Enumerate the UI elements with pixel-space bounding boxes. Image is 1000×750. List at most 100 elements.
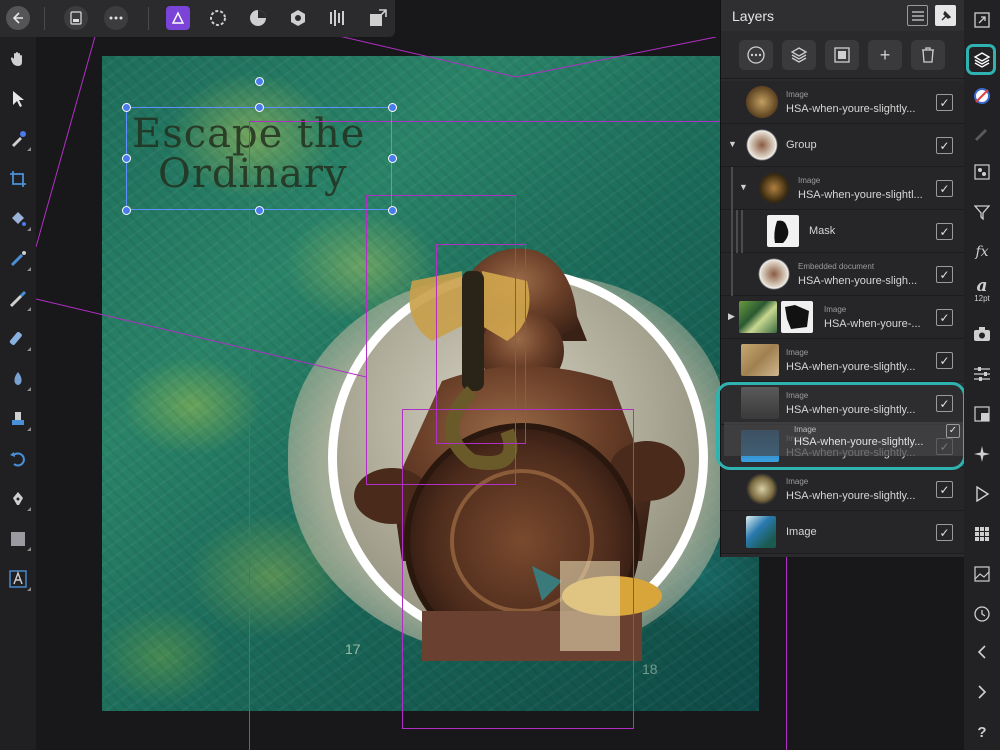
handle-bl[interactable] [122, 206, 131, 215]
clone-icon[interactable] [4, 405, 32, 433]
fx-icon[interactable]: fx [968, 238, 996, 266]
layers-header: Layers [721, 0, 964, 31]
dodge-icon[interactable] [4, 365, 32, 393]
handle-br[interactable] [388, 206, 397, 215]
layers-panel: Layers + Image HSA-when-youre-slightly..… [720, 0, 965, 557]
visibility-checkbox[interactable]: ✓ [936, 180, 953, 197]
share-icon[interactable] [366, 6, 390, 30]
handle-mr[interactable] [388, 154, 397, 163]
back-arrow-icon[interactable] [6, 6, 30, 30]
trash-icon[interactable] [911, 40, 945, 70]
handle-tr[interactable] [388, 103, 397, 112]
mask-icon[interactable] [825, 40, 859, 70]
visibility-checkbox[interactable]: ✓ [936, 266, 953, 283]
export-persona-icon[interactable] [326, 6, 350, 30]
handle-tm[interactable] [255, 103, 264, 112]
document-icon[interactable] [64, 6, 88, 30]
layer-thumbnail [746, 473, 778, 505]
help-icon[interactable]: ? [968, 718, 996, 746]
tools-panel [0, 37, 36, 750]
pin-icon[interactable] [935, 5, 956, 26]
visibility-checkbox[interactable]: ✓ [936, 481, 953, 498]
paint-brush-icon[interactable] [4, 285, 32, 313]
layer-row[interactable]: ▶ Image HSA-when-youre-... ✓ [721, 296, 965, 339]
move-icon[interactable] [4, 85, 32, 113]
rotate-handle[interactable] [255, 77, 264, 86]
color-picker-icon[interactable] [4, 125, 32, 153]
text-icon[interactable] [4, 565, 32, 593]
tone-mapping-persona-icon[interactable] [286, 6, 310, 30]
color-icon[interactable] [968, 82, 996, 110]
stack-icon[interactable] [782, 40, 816, 70]
adjustments-icon[interactable] [968, 158, 996, 186]
more-icon[interactable] [104, 6, 128, 30]
layer-name: HSA-when-youre-slightl... [798, 189, 923, 201]
selection-box[interactable] [126, 107, 392, 210]
layer-thumbnail [741, 344, 779, 376]
layer-row[interactable]: Image HSA-when-youre-slightly... ✓ [721, 339, 965, 382]
develop-persona-icon[interactable] [246, 6, 270, 30]
chevron-down-icon[interactable]: ▼ [728, 139, 737, 149]
layer-row[interactable]: Image ✓ [721, 511, 965, 554]
liquify-persona-icon[interactable] [206, 6, 230, 30]
layer-thumbnail [739, 301, 777, 333]
selection-brush-icon[interactable] [4, 245, 32, 273]
transform-icon[interactable] [968, 400, 996, 428]
layer-type: Image [798, 176, 821, 185]
layer-name: Mask [809, 225, 836, 237]
eraser-icon[interactable] [4, 325, 32, 353]
photo-persona-icon[interactable] [166, 6, 190, 30]
visibility-checkbox[interactable]: ✓ [936, 94, 953, 111]
stock-icon[interactable] [968, 560, 996, 588]
layer-row[interactable]: ▼ Image HSA-when-youre-slightl... ✓ [721, 167, 965, 210]
layer-row[interactable]: Image HSA-when-youre-slightly... ✓ [721, 468, 965, 511]
chevron-right-icon[interactable]: ▶ [728, 311, 735, 322]
layer-thumbnail [746, 129, 778, 161]
add-icon[interactable]: + [868, 40, 902, 70]
studio-bar: fx a 12pt ? [964, 0, 1000, 750]
back-icon[interactable] [968, 638, 996, 666]
chevron-down-icon[interactable]: ▼ [739, 182, 748, 192]
layer-type: Image [786, 90, 809, 99]
layer-row[interactable]: Embedded document HSA-when-youre-sligh..… [721, 253, 965, 296]
handle-tl[interactable] [122, 103, 131, 112]
layer-row[interactable]: Image HSA-when-youre-slightly... ✓ [721, 81, 965, 124]
play-icon[interactable] [968, 480, 996, 508]
nest-indicator [736, 210, 738, 253]
layer-name: HSA-when-youre-slightly... [786, 361, 916, 373]
pen-icon[interactable] [4, 485, 32, 513]
shape-icon[interactable] [4, 525, 32, 553]
layer-row[interactable]: ▼ Group ✓ [721, 124, 965, 167]
nest-indicator [731, 167, 733, 210]
flood-fill-icon[interactable] [4, 205, 32, 233]
visibility-checkbox[interactable]: ✓ [936, 309, 953, 326]
resize-icon[interactable] [968, 6, 996, 34]
layer-row[interactable]: Mask ✓ [721, 210, 965, 253]
layer-name: HSA-when-youre-slightly... [786, 103, 916, 115]
filter-icon[interactable] [968, 198, 996, 226]
brush-icon[interactable] [968, 118, 996, 146]
top-toolbar [0, 0, 395, 37]
highlight-annotation [716, 382, 966, 470]
hand-icon[interactable] [4, 45, 32, 73]
grid-icon[interactable] [968, 520, 996, 548]
forward-icon[interactable] [968, 678, 996, 706]
list-view-icon[interactable] [907, 5, 928, 26]
toolbar-divider [148, 7, 149, 30]
sliders-icon[interactable] [968, 360, 996, 388]
undo-brush-icon[interactable] [4, 445, 32, 473]
navigator-icon[interactable] [968, 440, 996, 468]
layer-type: Embedded document [798, 262, 875, 271]
camera-icon[interactable] [968, 320, 996, 348]
more-icon[interactable] [739, 40, 773, 70]
history-icon[interactable] [968, 600, 996, 628]
visibility-checkbox[interactable]: ✓ [936, 223, 953, 240]
text-style-icon[interactable]: a 12pt [968, 276, 996, 304]
visibility-checkbox[interactable]: ✓ [936, 524, 953, 541]
visibility-checkbox[interactable]: ✓ [936, 137, 953, 154]
handle-ml[interactable] [122, 154, 131, 163]
mask-thumbnail [767, 215, 799, 247]
handle-bm[interactable] [255, 206, 264, 215]
visibility-checkbox[interactable]: ✓ [936, 352, 953, 369]
crop-icon[interactable] [4, 165, 32, 193]
